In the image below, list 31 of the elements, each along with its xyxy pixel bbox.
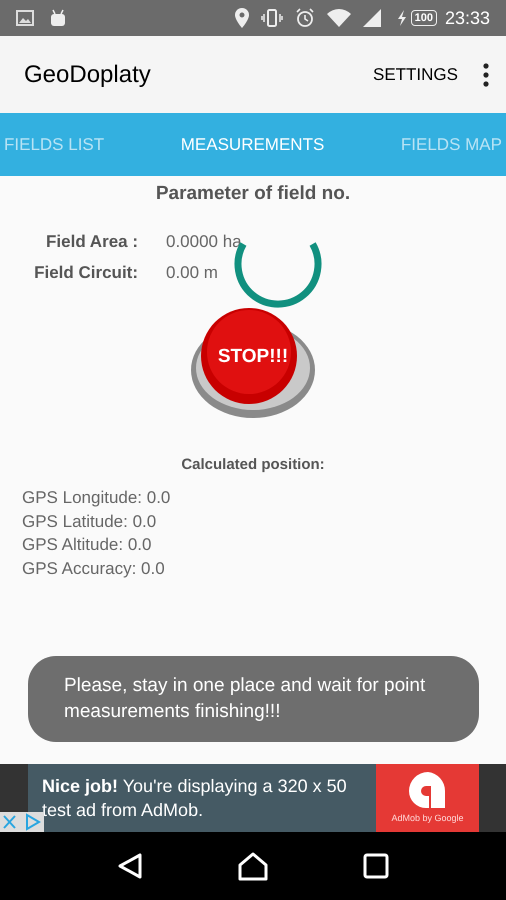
back-icon[interactable] <box>117 852 143 880</box>
more-options-icon[interactable] <box>482 62 490 86</box>
location-icon <box>234 8 249 28</box>
gps-reading: GPS Latitude: 0.0 <box>22 510 156 532</box>
image-icon <box>16 10 34 26</box>
heading: Parameter of field no. <box>156 182 350 206</box>
gps-reading: GPS Accuracy: 0.0 <box>22 558 165 580</box>
vibrate-icon <box>260 9 283 27</box>
field-label: Field Area : <box>45 230 138 252</box>
ad-text: Nice job! You're displaying a 320 x 50 test ad from AdMob. <box>42 775 348 822</box>
position-title: Calculated position: <box>181 454 325 474</box>
signal-icon <box>362 9 381 27</box>
alarm-icon <box>294 8 315 28</box>
field-value: 0.00 m <box>166 262 218 284</box>
wifi-icon <box>326 9 351 27</box>
battery-level: 100 <box>410 10 437 26</box>
settings-button[interactable]: SETTINGS <box>372 62 458 88</box>
tab[interactable]: FIELDS LIST <box>0 113 108 176</box>
app-title: GeoDoplaty <box>24 60 152 90</box>
gps-reading: GPS Longitude: 0.0 <box>22 487 170 509</box>
gps-reading: GPS Altitude: 0.0 <box>22 534 152 556</box>
toast-message: Please, stay in one place and wait for point measurements finishing!!! <box>64 674 426 724</box>
recent-apps-icon[interactable] <box>363 853 389 879</box>
charging-icon <box>396 10 407 26</box>
android-icon <box>50 9 66 27</box>
clock: 23:33 <box>444 6 490 30</box>
field-label: Field Circuit: <box>33 262 138 284</box>
ad-brand: AdMob by Google <box>391 812 464 826</box>
home-icon[interactable] <box>237 851 269 881</box>
tab[interactable]: FIELDS MAP <box>396 113 506 176</box>
tab[interactable]: MEASUREMENTS <box>176 113 328 176</box>
